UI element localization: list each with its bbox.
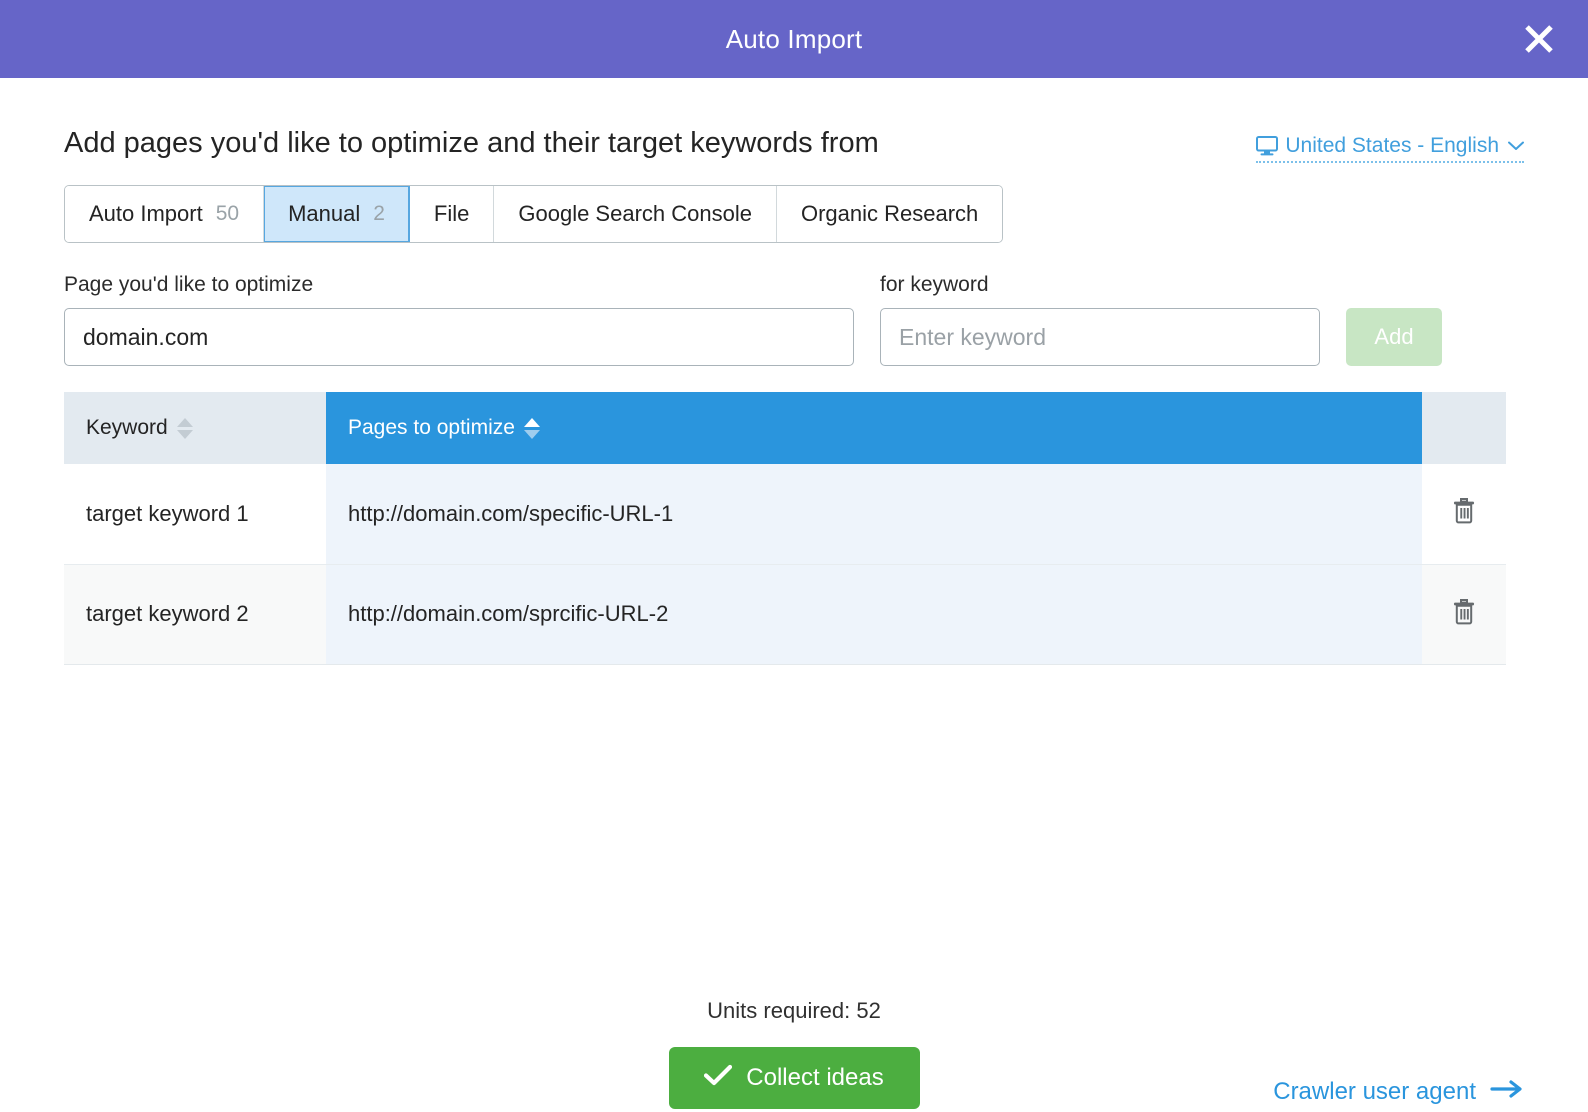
delete-row-button[interactable] xyxy=(1452,598,1476,628)
delete-row-button[interactable] xyxy=(1452,497,1476,527)
modal-body: Add pages you'd like to optimize and the… xyxy=(0,78,1588,1109)
sort-arrows-icon[interactable] xyxy=(523,417,540,439)
keyword-input[interactable] xyxy=(880,308,1320,366)
heading-row: Add pages you'd like to optimize and the… xyxy=(64,78,1524,163)
column-header-pages-to-optimize[interactable]: Pages to optimize xyxy=(326,392,1422,464)
tab-google-search-console[interactable]: Google Search Console xyxy=(494,186,777,242)
tab-file[interactable]: File xyxy=(409,186,495,242)
close-icon xyxy=(1522,22,1556,56)
tab-label: Google Search Console xyxy=(518,201,752,226)
cell-actions xyxy=(1422,564,1506,664)
crawler-user-agent-label: Crawler user agent xyxy=(1273,1078,1476,1105)
table-row: target keyword 1 http://domain.com/speci… xyxy=(64,464,1506,565)
units-required-text: Units required: 52 xyxy=(707,998,881,1023)
tab-label: File xyxy=(433,201,470,226)
locale-label: United States - English xyxy=(1285,134,1499,157)
tab-count: 50 xyxy=(215,202,240,225)
collect-ideas-button[interactable]: Collect ideas xyxy=(668,1047,920,1109)
cell-keyword: target keyword 1 xyxy=(64,464,326,565)
cell-page: http://domain.com/sprcific-URL-2 xyxy=(326,564,1422,664)
tab-label: Organic Research xyxy=(800,201,979,226)
cell-keyword: target keyword 2 xyxy=(64,564,326,664)
entry-form: Page you'd like to optimize for keyword … xyxy=(64,273,1524,366)
page-field-label: Page you'd like to optimize xyxy=(64,273,314,296)
add-button[interactable]: Add xyxy=(1346,308,1442,366)
modal-header: Auto Import xyxy=(0,0,1588,78)
crawler-user-agent-link[interactable]: Crawler user agent xyxy=(1273,1078,1524,1106)
locale-selector[interactable]: United States - English xyxy=(1256,134,1524,163)
column-header-keyword[interactable]: Keyword xyxy=(64,392,326,464)
collect-ideas-label: Collect ideas xyxy=(746,1064,884,1091)
close-button[interactable] xyxy=(1516,16,1562,62)
modal-title: Auto Import xyxy=(725,23,863,54)
chevron-down-icon xyxy=(1508,138,1524,155)
modal-footer: Units required: 52 Collect ideas Crawler… xyxy=(0,998,1588,1109)
column-header-label: Keyword xyxy=(86,416,168,439)
sort-arrows-icon[interactable] xyxy=(176,417,193,439)
check-icon xyxy=(704,1064,733,1093)
tab-organic-research[interactable]: Organic Research xyxy=(776,186,1003,242)
page-title: Add pages you'd like to optimize and the… xyxy=(64,127,879,159)
source-tabs: Auto Import 50 Manual 2 File Google Sear… xyxy=(64,185,1004,243)
tab-manual[interactable]: Manual 2 xyxy=(264,186,410,242)
keywords-table: Keyword Pages to optimize target keyword… xyxy=(64,392,1506,665)
column-header-actions xyxy=(1422,392,1506,464)
tab-auto-import[interactable]: Auto Import 50 xyxy=(65,186,265,242)
table-header-row: Keyword Pages to optimize xyxy=(64,392,1506,464)
page-input[interactable] xyxy=(64,308,854,366)
arrow-right-icon xyxy=(1490,1078,1524,1106)
trash-icon xyxy=(1452,497,1476,527)
cell-page: http://domain.com/specific-URL-1 xyxy=(326,464,1422,565)
monitor-icon xyxy=(1256,136,1279,156)
page-field-group: Page you'd like to optimize xyxy=(64,273,854,366)
column-header-label: Pages to optimize xyxy=(348,416,515,439)
tab-label: Auto Import xyxy=(89,201,203,226)
keyword-field-group: for keyword xyxy=(880,273,1320,366)
tab-count: 2 xyxy=(373,202,385,225)
table-row: target keyword 2 http://domain.com/sprci… xyxy=(64,564,1506,664)
keyword-field-label: for keyword xyxy=(880,273,989,296)
tab-label: Manual xyxy=(288,201,361,226)
trash-icon xyxy=(1452,598,1476,628)
cell-actions xyxy=(1422,464,1506,565)
